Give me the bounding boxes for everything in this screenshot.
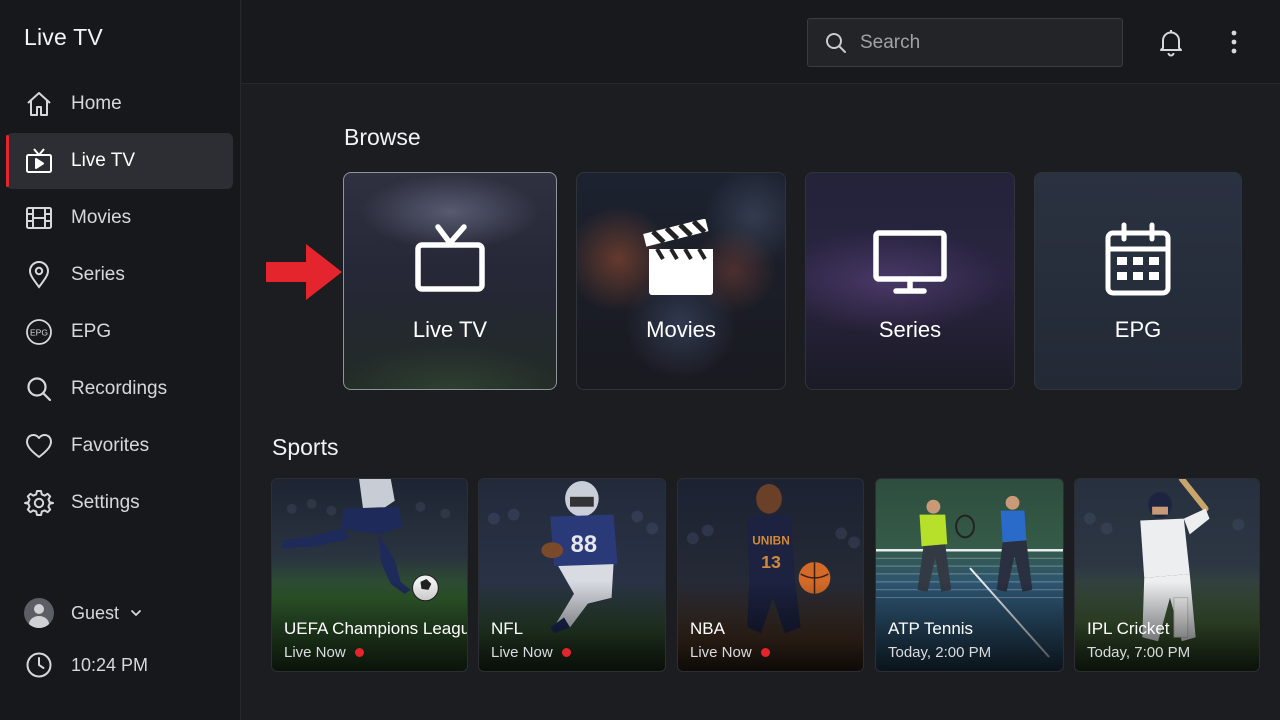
sidebar-item-series[interactable]: Series bbox=[6, 247, 233, 303]
gear-icon bbox=[24, 488, 54, 518]
sport-card-atp-tennis[interactable]: ATP Tennis Today, 2:00 PM bbox=[875, 478, 1064, 672]
sidebar-item-home[interactable]: Home bbox=[6, 76, 233, 132]
status-text: Today, 2:00 PM bbox=[888, 644, 992, 661]
live-indicator-dot bbox=[354, 648, 364, 657]
sport-card-status: Today, 7:00 PM bbox=[1087, 644, 1190, 661]
home-icon bbox=[24, 89, 54, 119]
sidebar-item-label: Settings bbox=[71, 492, 140, 513]
search-icon bbox=[24, 374, 54, 404]
status-text: Live Now bbox=[690, 644, 752, 661]
sport-card-title: NFL bbox=[491, 619, 524, 638]
sport-card-status: Live Now bbox=[491, 644, 571, 661]
sidebar-item-recordings[interactable]: Recordings bbox=[6, 361, 233, 417]
location-pin-icon bbox=[24, 260, 54, 290]
app-title: Live TV bbox=[24, 24, 103, 50]
calendar-icon bbox=[1096, 219, 1180, 303]
sidebar: Live TV Home Live TV Movies Series EPG E… bbox=[0, 0, 241, 720]
heart-icon bbox=[24, 431, 54, 461]
tv-icon bbox=[408, 219, 492, 303]
browse-card-live-tv[interactable]: Live TV bbox=[343, 172, 557, 390]
current-time: 10:24 PM bbox=[71, 654, 149, 675]
bell-icon[interactable] bbox=[1156, 27, 1186, 57]
browse-section-title: Browse bbox=[344, 124, 421, 150]
sidebar-item-label: Home bbox=[71, 93, 122, 114]
sport-card-title: NBA bbox=[690, 619, 725, 638]
user-menu[interactable]: Guest bbox=[24, 598, 143, 628]
sport-card-ipl-cricket[interactable]: IPL Cricket Today, 7:00 PM bbox=[1074, 478, 1260, 672]
monitor-icon bbox=[868, 219, 952, 303]
svg-text:13: 13 bbox=[761, 552, 781, 572]
epg-icon: EPG bbox=[24, 317, 54, 347]
sidebar-item-favorites[interactable]: Favorites bbox=[6, 418, 233, 474]
sidebar-item-label: Movies bbox=[71, 207, 132, 228]
browse-card-label: Live TV bbox=[412, 317, 488, 342]
search-box[interactable] bbox=[807, 18, 1123, 67]
browse-card-epg[interactable]: EPG bbox=[1034, 172, 1242, 390]
film-icon bbox=[24, 203, 54, 233]
clock: 10:24 PM bbox=[24, 650, 148, 680]
browse-card-movies[interactable]: Movies bbox=[576, 172, 786, 390]
sidebar-item-live-tv[interactable]: Live TV bbox=[6, 133, 233, 189]
live-indicator-dot bbox=[760, 648, 770, 657]
browse-card-label: Series bbox=[878, 317, 942, 342]
chevron-down-icon bbox=[131, 610, 141, 616]
sidebar-item-epg[interactable]: EPG EPG bbox=[6, 304, 233, 360]
sport-card-status: Today, 2:00 PM bbox=[888, 644, 991, 661]
live-indicator-dot bbox=[561, 648, 571, 657]
sports-section-title: Sports bbox=[272, 434, 339, 460]
more-options-icon[interactable] bbox=[1222, 27, 1246, 57]
status-text: Today, 7:00 PM bbox=[1087, 644, 1191, 661]
search-icon bbox=[826, 32, 846, 53]
sidebar-item-label: Favorites bbox=[71, 435, 150, 456]
search-input[interactable] bbox=[860, 31, 1100, 54]
pointer-arrow-icon bbox=[266, 244, 342, 300]
svg-text:UNIBN: UNIBN bbox=[752, 533, 790, 547]
sport-card-title: IPL Cricket bbox=[1087, 619, 1170, 638]
sidebar-nav: Home Live TV Movies Series EPG EPG Recor… bbox=[0, 76, 241, 532]
sport-card-title: UEFA Champions League bbox=[284, 619, 468, 638]
clock-icon bbox=[26, 652, 52, 678]
sidebar-item-label: EPG bbox=[71, 321, 112, 342]
clapperboard-icon bbox=[639, 219, 723, 303]
sport-card-title: ATP Tennis bbox=[888, 619, 974, 638]
svg-text:EPG: EPG bbox=[30, 328, 48, 338]
top-bar bbox=[242, 0, 1280, 84]
svg-text:88: 88 bbox=[571, 532, 597, 558]
browse-card-label: Movies bbox=[646, 317, 716, 342]
sport-card-status: Live Now bbox=[284, 644, 364, 661]
status-text: Live Now bbox=[284, 644, 346, 661]
sidebar-item-label: Recordings bbox=[71, 378, 168, 399]
browse-card-label: EPG bbox=[1114, 317, 1162, 342]
sport-card-status: Live Now bbox=[690, 644, 770, 661]
sidebar-item-label: Live TV bbox=[71, 150, 136, 171]
status-text: Live Now bbox=[491, 644, 553, 661]
sidebar-item-settings[interactable]: Settings bbox=[6, 475, 233, 531]
sidebar-item-label: Series bbox=[71, 264, 125, 285]
avatar bbox=[24, 598, 54, 628]
sport-card-uefa[interactable]: UEFA Champions League Live Now bbox=[271, 478, 468, 672]
browse-card-series[interactable]: Series bbox=[805, 172, 1015, 390]
sport-card-nba[interactable]: UNIBN 13 NBA Live Now bbox=[677, 478, 864, 672]
sidebar-item-movies[interactable]: Movies bbox=[6, 190, 233, 246]
user-name: Guest bbox=[71, 602, 120, 623]
sport-card-nfl[interactable]: 88 NFL Live Now bbox=[478, 478, 666, 672]
tv-icon bbox=[24, 146, 54, 176]
